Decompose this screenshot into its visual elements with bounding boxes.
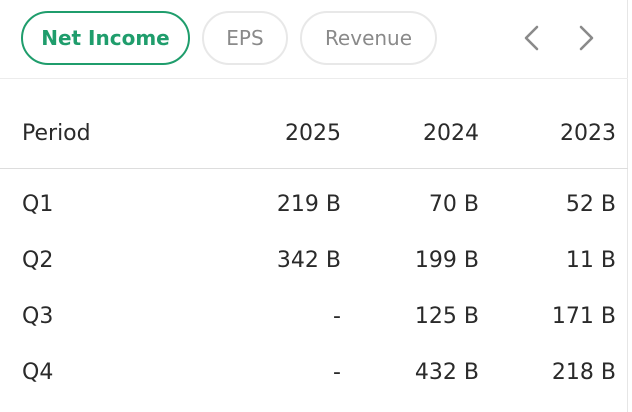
cell-2025: 342 B [276,248,341,273]
row-period: Q4 [22,360,54,385]
tab-net-income[interactable]: Net Income [21,11,190,65]
cell-2024: 125 B [414,304,479,329]
cell-2023: 171 B [551,304,616,329]
table-row: Q2 342 B 199 B 11 B [0,233,628,289]
row-period: Q2 [22,248,54,273]
chevron-left-icon[interactable] [517,22,547,54]
tab-revenue[interactable]: Revenue [300,11,437,65]
cell-2025: 219 B [276,192,341,217]
table-row: Q1 219 B 70 B 52 B [0,177,628,233]
header-2023: 2023 [560,121,616,146]
table-row: Q4 - 432 B 218 B [0,345,628,401]
cell-2024: 199 B [414,248,479,273]
cell-2023: 11 B [565,248,616,273]
cell-2023: 52 B [565,192,616,217]
financials-panel: Net Income EPS Revenue Period 2025 2024 … [0,0,628,412]
header-period: Period [22,121,91,146]
cell-2025: - [333,304,341,329]
tab-eps[interactable]: EPS [202,11,288,65]
table-row: Q3 - 125 B 171 B [0,289,628,345]
cell-2024: 432 B [414,360,479,385]
row-period: Q3 [22,304,54,329]
cell-2023: 218 B [551,360,616,385]
cell-2024: 70 B [428,192,479,217]
metric-tab-bar: Net Income EPS Revenue [0,0,628,79]
chevron-right-icon[interactable] [571,22,601,54]
row-period: Q1 [22,192,54,217]
header-2024: 2024 [423,121,479,146]
header-2025: 2025 [285,121,341,146]
table-header: Period 2025 2024 2023 [0,108,628,169]
cell-2025: - [333,360,341,385]
